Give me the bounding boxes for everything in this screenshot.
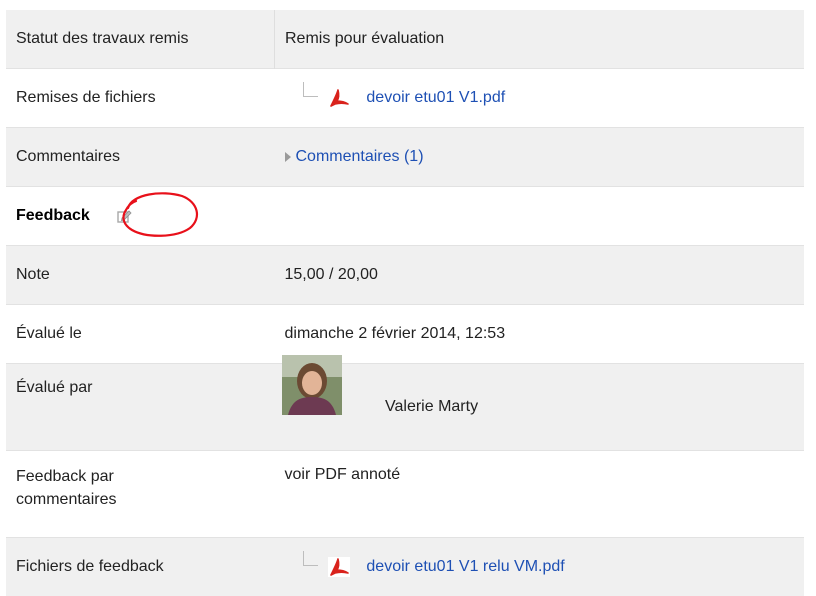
row-label: Feedback par commentaires bbox=[6, 451, 275, 538]
feedback-file-link[interactable]: devoir etu01 V1 relu VM.pdf bbox=[366, 558, 564, 575]
graded-by-cell bbox=[275, 364, 805, 451]
submitted-file-link[interactable]: devoir etu01 V1.pdf bbox=[366, 89, 505, 106]
submission-status-value: Remis pour évaluation bbox=[275, 10, 805, 69]
row-label-line1: Feedback par bbox=[16, 468, 114, 485]
row-label: Évalué le bbox=[6, 305, 275, 364]
row-label: Note bbox=[6, 246, 275, 305]
expand-arrow-icon[interactable] bbox=[285, 152, 291, 162]
feedback-comments-value: voir PDF annoté bbox=[275, 451, 805, 538]
comments-cell: Commentaires (1) bbox=[275, 128, 805, 187]
table-row: Commentaires Commentaires (1) bbox=[6, 128, 804, 187]
feedback-header-row: Feedback bbox=[6, 187, 804, 246]
file-cell: devoir etu01 V1 relu VM.pdf bbox=[275, 538, 805, 596]
comments-toggle-link[interactable]: Commentaires (1) bbox=[296, 148, 424, 165]
row-label-line2: commentaires bbox=[16, 491, 116, 508]
file-cell: devoir etu01 V1.pdf bbox=[275, 69, 805, 128]
tree-line-icon bbox=[303, 551, 318, 566]
pdf-icon bbox=[328, 557, 350, 577]
table-row: Fichiers de feedback devoir etu01 V1 rel… bbox=[6, 538, 804, 596]
row-label: Remises de fichiers bbox=[6, 69, 275, 128]
submission-status-table: Statut des travaux remis Remis pour éval… bbox=[6, 10, 804, 596]
pdf-icon bbox=[328, 88, 350, 108]
table-row: Remises de fichiers devoir etu01 V1.pdf bbox=[6, 69, 804, 128]
edit-icon[interactable] bbox=[116, 208, 132, 224]
grade-value: 15,00 / 20,00 bbox=[275, 246, 805, 305]
row-label: Évalué par bbox=[6, 364, 275, 451]
table-row: Note 15,00 / 20,00 bbox=[6, 246, 804, 305]
row-label: Fichiers de feedback bbox=[6, 538, 275, 596]
table-row: Statut des travaux remis Remis pour éval… bbox=[6, 10, 804, 69]
avatar[interactable] bbox=[282, 355, 342, 415]
graded-on-value: dimanche 2 février 2014, 12:53 bbox=[275, 305, 805, 364]
row-label: Statut des travaux remis bbox=[6, 10, 275, 69]
table-row: Feedback par commentaires voir PDF annot… bbox=[6, 451, 804, 538]
feedback-heading: Feedback bbox=[16, 206, 90, 226]
feedback-header-cell: Feedback bbox=[6, 187, 804, 246]
row-label: Commentaires bbox=[6, 128, 275, 187]
tree-line-icon bbox=[303, 82, 318, 97]
table-row: Évalué le dimanche 2 février 2014, 12:53 bbox=[6, 305, 804, 364]
evaluator-name: Valerie Marty bbox=[385, 398, 478, 416]
